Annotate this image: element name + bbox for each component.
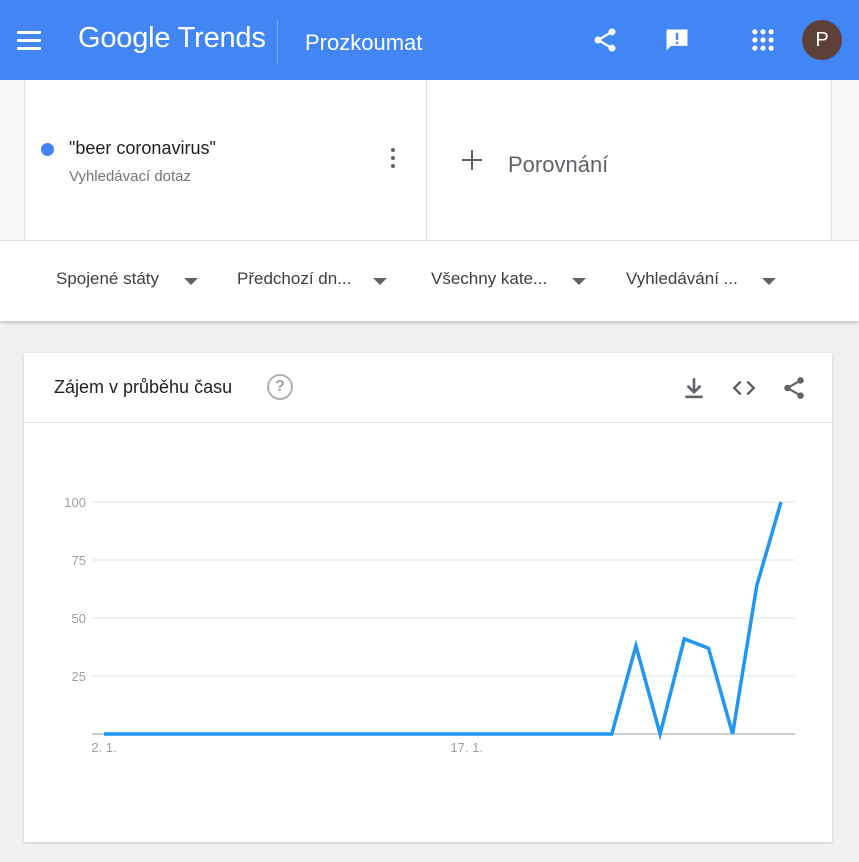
google-trends-logo[interactable]: Google Trends [78, 22, 266, 55]
caret-down-icon [184, 278, 198, 285]
filter-region-label: Spojené státy [56, 269, 160, 288]
plus-icon [462, 150, 482, 170]
caret-down-icon [572, 278, 586, 285]
y-tick-label: 75 [72, 553, 86, 568]
more-vert-icon[interactable] [385, 146, 401, 170]
filter-time[interactable]: Předchozí dn... [237, 269, 389, 293]
menu-icon[interactable] [17, 31, 41, 51]
query-area: "beer coronavirus" Vyhledávací dotaz Por… [0, 80, 859, 240]
interest-line-chart: 25 50 75 100 2. 1. 17. 1. [64, 495, 795, 755]
filter-time-label: Předchozí dn... [237, 269, 352, 288]
avatar[interactable]: P [802, 20, 842, 60]
compare-label: Porovnání [508, 152, 609, 177]
y-tick-label: 100 [64, 495, 86, 510]
compare-button[interactable]: Porovnání [428, 80, 832, 240]
logo-google: Google [78, 22, 171, 54]
x-tick-label: 2. 1. [91, 740, 116, 755]
share-icon[interactable] [591, 26, 619, 54]
series-color-dot [41, 143, 54, 156]
caret-down-icon [762, 278, 776, 285]
x-tick-label: 17. 1. [450, 740, 483, 755]
apps-icon[interactable] [749, 26, 777, 54]
interest-over-time-card: Zájem v průběhu času ? 25 50 75 100 2. 1. 17.… [24, 353, 832, 842]
logo-trends: Trends [177, 22, 266, 54]
filter-category[interactable]: Všechny kate... [431, 269, 589, 293]
app-header: Google Trends Prozkoumat P [0, 0, 859, 80]
y-tick-label: 50 [72, 611, 86, 626]
query-card[interactable]: "beer coronavirus" Vyhledávací dotaz [24, 80, 427, 240]
query-type: Vyhledávací dotaz [69, 168, 192, 185]
y-tick-label: 25 [72, 669, 86, 684]
filter-bar: Spojené státy Předchozí dn... Všechny ka… [0, 240, 859, 321]
query-term[interactable]: "beer coronavirus" [69, 138, 216, 159]
filter-search-type[interactable]: Vyhledávání ... [626, 269, 778, 293]
feedback-icon[interactable] [663, 26, 691, 54]
filter-category-label: Všechny kate... [431, 269, 548, 288]
filter-region[interactable]: Spojené státy [56, 269, 201, 293]
header-divider [277, 20, 278, 64]
filter-search-type-label: Vyhledávání ... [626, 269, 738, 288]
page-title: Prozkoumat [305, 30, 423, 55]
caret-down-icon [373, 278, 387, 285]
